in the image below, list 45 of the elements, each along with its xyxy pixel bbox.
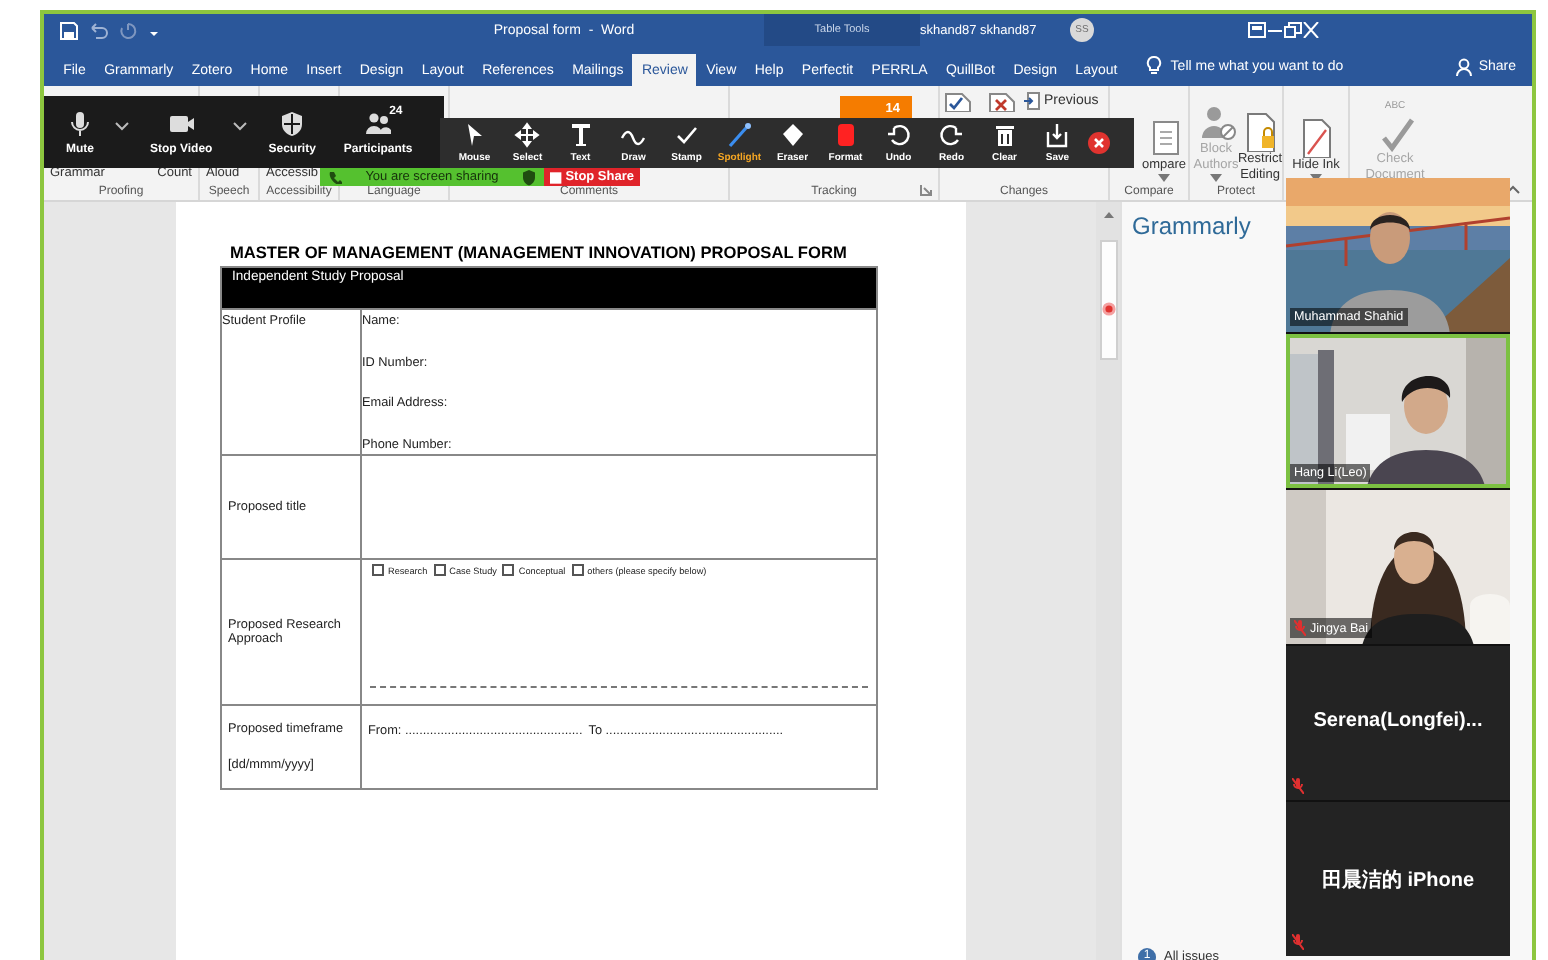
participant-name: Serena(Longfei)... [1311, 710, 1485, 732]
text-tool-icon [567, 122, 594, 148]
checkbox[interactable] [502, 564, 515, 576]
document-cross-icon[interactable] [988, 92, 1016, 112]
scroll-thumb[interactable] [1099, 240, 1117, 360]
redo-icon [938, 122, 965, 148]
video-tile[interactable]: 田晨洁的 iPhone [1286, 802, 1510, 956]
restore-icon[interactable] [1284, 22, 1302, 38]
scroll-up-icon[interactable] [1101, 208, 1115, 220]
stop-square-icon [550, 171, 562, 183]
checkbox[interactable] [571, 564, 584, 576]
move-icon [514, 122, 541, 148]
close-icon[interactable] [1088, 132, 1110, 154]
participant-name: 田晨洁的 iPhone [1319, 867, 1477, 894]
fill-in-line[interactable] [370, 686, 868, 688]
close-icon[interactable] [1302, 22, 1320, 38]
caret-icon[interactable] [232, 121, 249, 131]
download-icon [1044, 122, 1071, 148]
undo-icon [885, 122, 912, 148]
dialog-launcher-icon[interactable] [920, 184, 932, 196]
ribbon-icon [1196, 102, 1236, 143]
shield-icon [278, 109, 307, 137]
people-icon [364, 109, 393, 137]
video-tile[interactable]: Serena(Longfei)... [1286, 646, 1510, 800]
wand-icon [726, 122, 753, 148]
shield-icon [521, 169, 536, 185]
arrow-page-icon [1024, 92, 1040, 110]
panel-title: Grammarly [1130, 210, 1253, 240]
eraser-icon [779, 122, 806, 148]
checkmark-icon [673, 122, 700, 148]
microphone-icon [66, 109, 94, 137]
checkbox[interactable] [433, 564, 446, 576]
lightbulb-icon [1146, 56, 1163, 76]
phone-icon [328, 170, 342, 184]
document-check-icon[interactable] [944, 92, 972, 112]
alert-dot-icon [1101, 302, 1115, 316]
ribbon-display-icon[interactable] [1248, 22, 1266, 38]
color-swatch-icon [832, 122, 859, 148]
undo-icon[interactable] [88, 21, 108, 39]
save-icon[interactable] [60, 21, 78, 39]
person-icon [1456, 57, 1473, 75]
caret-icon[interactable] [114, 121, 130, 131]
form-heading: MASTER OF MANAGEMENT (MANAGEMENT INNOVATION) PROPOSAL FORM [230, 242, 849, 262]
scroll-bar[interactable] [1096, 202, 1120, 960]
checkbox[interactable] [372, 564, 384, 576]
